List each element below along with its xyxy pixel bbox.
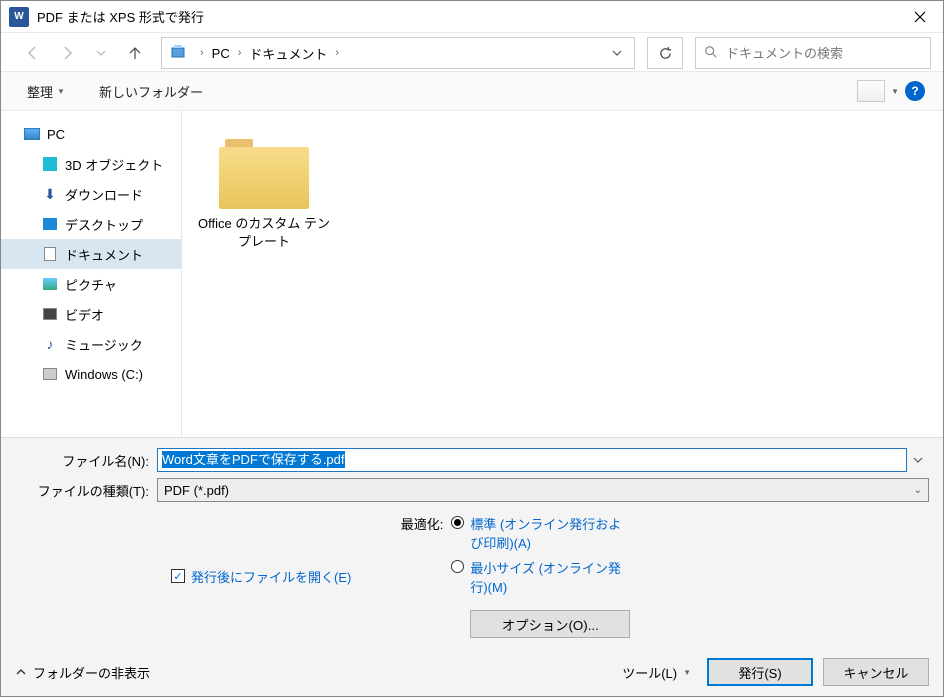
hide-folders-toggle[interactable]: フォルダーの非表示 xyxy=(15,663,150,682)
new-folder-label: 新しいフォルダー xyxy=(99,82,203,101)
dialog-footer: フォルダーの非表示 ツール(L) ▼ 発行(S) キャンセル xyxy=(1,648,943,696)
tree-label: ドキュメント xyxy=(65,245,143,264)
optimize-standard-label: 標準 (オンライン発行および印刷)(A) xyxy=(470,514,631,552)
breadcrumb-dropdown[interactable] xyxy=(604,46,630,61)
dropdown-icon: ▼ xyxy=(57,87,65,96)
tree-item-downloads[interactable]: ⬇ ダウンロード xyxy=(1,179,181,209)
title-bar: W PDF または XPS 形式で発行 xyxy=(1,1,943,33)
filetype-combo[interactable]: PDF (*.pdf) ⌄ xyxy=(157,478,929,502)
checkbox-icon: ✓ xyxy=(171,569,185,583)
close-icon xyxy=(914,11,926,23)
chevron-down-icon xyxy=(612,48,622,58)
arrow-left-icon xyxy=(25,45,41,61)
save-form: ファイル名(N): Word文章をPDFで保存する.pdf ファイルの種類(T)… xyxy=(1,437,943,648)
chevron-up-icon xyxy=(15,666,27,678)
breadcrumb-pc[interactable]: PC xyxy=(210,46,232,61)
new-folder-button[interactable]: 新しいフォルダー xyxy=(91,78,211,105)
cancel-button[interactable]: キャンセル xyxy=(823,658,929,686)
tools-label: ツール(L) xyxy=(622,663,677,682)
up-button[interactable] xyxy=(121,39,149,67)
filename-label: ファイル名(N): xyxy=(15,451,157,470)
open-after-label: 発行後にファイルを開く(E) xyxy=(191,567,351,586)
tree-item-pictures[interactable]: ピクチャ xyxy=(1,269,181,299)
forward-button[interactable] xyxy=(53,39,81,67)
word-app-icon: W xyxy=(9,7,29,27)
tree-item-3d-objects[interactable]: 3D オブジェクト xyxy=(1,149,181,179)
music-icon: ♪ xyxy=(41,335,59,353)
tree-item-videos[interactable]: ビデオ xyxy=(1,299,181,329)
search-box[interactable] xyxy=(695,37,931,69)
history-dropdown[interactable] xyxy=(87,39,115,67)
tree-label: ビデオ xyxy=(65,305,104,324)
filename-dropdown[interactable] xyxy=(907,453,929,468)
breadcrumb-sep: › xyxy=(329,47,345,59)
folder-office-templates[interactable]: Office のカスタム テンプレート xyxy=(194,139,334,251)
tree-label: PC xyxy=(47,127,65,142)
folder-icon xyxy=(219,139,309,209)
open-after-publish-checkbox[interactable]: ✓ 発行後にファイルを開く(E) xyxy=(171,514,351,638)
optimize-label: 最適化: xyxy=(391,514,443,638)
organize-label: 整理 xyxy=(27,82,53,101)
filetype-value: PDF (*.pdf) xyxy=(164,483,229,498)
tree-label: デスクトップ xyxy=(65,215,143,234)
tools-menu[interactable]: ツール(L) ▼ xyxy=(616,659,697,686)
chevron-down-icon xyxy=(913,455,923,465)
dialog-title: PDF または XPS 形式で発行 xyxy=(37,7,897,26)
chevron-down-icon xyxy=(96,48,106,58)
optimize-standard-radio[interactable]: 標準 (オンライン発行および印刷)(A) xyxy=(451,514,631,552)
breadcrumb-sep: › xyxy=(232,47,248,59)
navigation-bar: › PC › ドキュメント › xyxy=(1,33,943,71)
tree-item-pc[interactable]: PC xyxy=(1,119,181,149)
tree-item-music[interactable]: ♪ ミュージック xyxy=(1,329,181,359)
back-button[interactable] xyxy=(19,39,47,67)
tree-label: ダウンロード xyxy=(65,185,143,204)
toolbar: 整理 ▼ 新しいフォルダー ▼ ? xyxy=(1,71,943,111)
dropdown-icon: ▼ xyxy=(683,668,691,677)
main-area: PC 3D オブジェクト ⬇ダウンロード デスクトップ ドキュメント ピクチャ … xyxy=(1,111,943,437)
hide-folders-label: フォルダーの非表示 xyxy=(33,663,150,682)
breadcrumb-sep: › xyxy=(194,47,210,59)
optimize-minimum-radio[interactable]: 最小サイズ (オンライン発行)(M) xyxy=(451,558,631,596)
folder-label: Office のカスタム テンプレート xyxy=(194,215,334,251)
tree-label: Windows (C:) xyxy=(65,367,143,382)
view-mode-button[interactable] xyxy=(857,80,885,102)
folder-tree[interactable]: PC 3D オブジェクト ⬇ダウンロード デスクトップ ドキュメント ピクチャ … xyxy=(1,111,181,437)
publish-button[interactable]: 発行(S) xyxy=(707,658,813,686)
radio-icon xyxy=(451,516,464,529)
tree-label: ピクチャ xyxy=(65,275,117,294)
help-button[interactable]: ? xyxy=(905,81,925,101)
search-icon xyxy=(704,45,718,62)
tree-item-documents[interactable]: ドキュメント xyxy=(1,239,181,269)
filename-input[interactable]: Word文章をPDFで保存する.pdf xyxy=(157,448,907,472)
tree-label: 3D オブジェクト xyxy=(65,155,163,174)
tree-label: ミュージック xyxy=(65,335,143,354)
organize-menu[interactable]: 整理 ▼ xyxy=(19,78,73,105)
chevron-down-icon: ⌄ xyxy=(914,485,922,496)
dropdown-icon: ▼ xyxy=(891,87,899,96)
close-button[interactable] xyxy=(897,1,943,33)
file-list[interactable]: Office のカスタム テンプレート xyxy=(181,111,943,437)
tree-item-desktop[interactable]: デスクトップ xyxy=(1,209,181,239)
refresh-button[interactable] xyxy=(647,37,683,69)
search-input[interactable] xyxy=(726,46,922,61)
filetype-label: ファイルの種類(T): xyxy=(15,481,157,500)
arrow-up-icon xyxy=(127,45,143,61)
breadcrumb[interactable]: › PC › ドキュメント › xyxy=(161,37,635,69)
arrow-right-icon xyxy=(59,45,75,61)
options-button[interactable]: オプション(O)... xyxy=(470,610,630,638)
download-icon: ⬇ xyxy=(41,185,59,203)
tree-item-cdrive[interactable]: Windows (C:) xyxy=(1,359,181,389)
location-icon xyxy=(170,43,190,63)
breadcrumb-documents[interactable]: ドキュメント xyxy=(247,44,329,63)
refresh-icon xyxy=(658,46,673,61)
optimize-minimum-label: 最小サイズ (オンライン発行)(M) xyxy=(470,558,631,596)
radio-icon xyxy=(451,560,464,573)
